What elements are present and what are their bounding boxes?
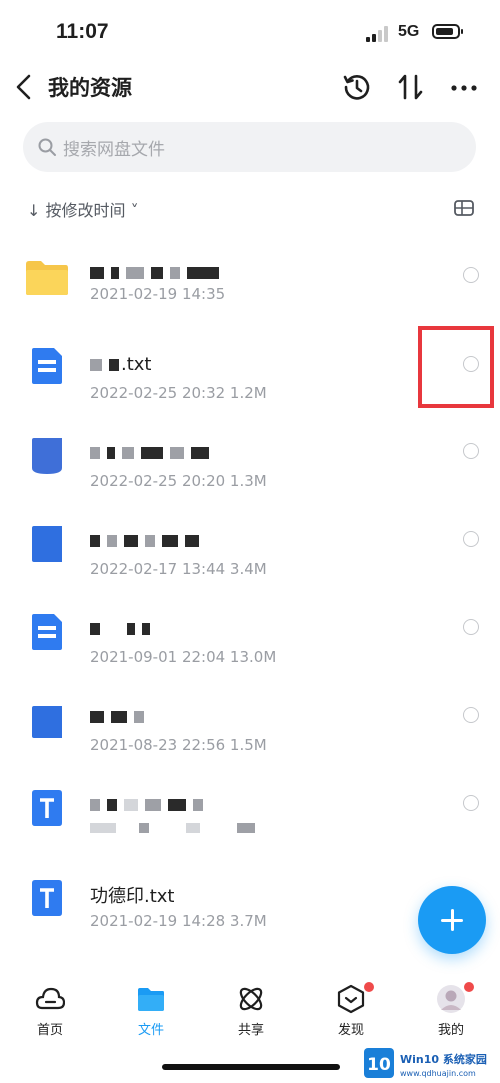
back-icon[interactable]	[12, 73, 38, 101]
select-checkbox[interactable]	[463, 267, 479, 283]
document-icon	[32, 706, 62, 738]
more-icon[interactable]	[450, 72, 480, 102]
tab-home[interactable]: 首页	[10, 984, 90, 1044]
select-checkbox[interactable]	[463, 707, 479, 723]
text-file-icon	[32, 790, 62, 826]
select-checkbox[interactable]	[463, 443, 479, 459]
file-meta	[90, 818, 262, 836]
tab-home-label: 首页	[36, 1023, 63, 1038]
file-name	[90, 706, 151, 727]
svg-text:10: 10	[367, 1055, 391, 1075]
svg-text:www.qdhuajin.com: www.qdhuajin.com	[400, 1069, 476, 1078]
tab-files-label: 文件	[137, 1023, 164, 1038]
tab-discover[interactable]: 发现	[311, 982, 391, 1044]
tab-mine-label: 我的	[437, 1023, 464, 1038]
file-meta: 2022-02-17 13:44 3.4M	[90, 560, 267, 578]
cloud-icon	[35, 987, 65, 1010]
file-row[interactable]: 2022-02-17 13:44 3.4M	[0, 520, 500, 608]
file-name	[90, 530, 206, 551]
notification-dot	[364, 982, 374, 992]
file-name: .txt	[90, 354, 152, 375]
sort-dropdown[interactable]: ↓ 按修改时间 ˅	[27, 197, 139, 221]
network-label: 5G	[398, 23, 420, 40]
tab-share-label: 共享	[237, 1023, 264, 1038]
page-title: 我的资源	[48, 76, 132, 100]
document-icon	[32, 348, 62, 384]
document-icon	[32, 614, 62, 650]
search-icon	[38, 138, 56, 156]
select-checkbox[interactable]	[463, 531, 479, 547]
file-meta: 2021-02-19 14:28 3.7M	[90, 912, 267, 930]
signal-icon	[366, 26, 392, 42]
document-icon	[32, 526, 62, 562]
file-name	[90, 794, 210, 815]
folder-icon	[138, 988, 164, 1011]
file-meta: 2021-08-23 22:56 1.5M	[90, 736, 267, 754]
search-placeholder: 搜索网盘文件	[63, 140, 165, 160]
document-icon	[32, 438, 62, 474]
tab-mine[interactable]: 我的	[411, 982, 491, 1044]
file-meta: 2022-02-25 20:32 1.2M	[90, 384, 267, 402]
battery-icon	[432, 24, 463, 39]
file-name	[90, 442, 216, 463]
discover-icon	[337, 984, 365, 1014]
folder-icon	[26, 261, 68, 295]
file-row[interactable]: 2021-09-01 22:04 13.0M	[0, 608, 500, 696]
tab-discover-label: 发现	[337, 1023, 364, 1038]
share-icon	[239, 987, 263, 1011]
tab-share[interactable]: 共享	[211, 984, 291, 1044]
search-bar[interactable]: 搜索网盘文件	[23, 122, 476, 172]
file-row[interactable]: 2022-02-25 20:20 1.3M	[0, 432, 500, 520]
history-icon[interactable]	[342, 72, 372, 102]
select-checkbox[interactable]	[463, 795, 479, 811]
sort-icon[interactable]	[396, 72, 426, 102]
text-file-icon	[32, 880, 62, 916]
view-mode-icon[interactable]	[453, 198, 475, 218]
file-row[interactable]	[0, 784, 500, 872]
highlight-box	[418, 326, 494, 408]
file-row[interactable]: 2021-08-23 22:56 1.5M	[0, 696, 500, 784]
notification-dot	[464, 982, 474, 992]
svg-text:Win10 系统家园: Win10 系统家园	[400, 1052, 487, 1066]
status-time: 11:07	[56, 20, 109, 43]
avatar	[437, 985, 465, 1013]
site-watermark-logo: 10 Win10 系统家园 www.qdhuajin.com	[364, 1048, 487, 1078]
file-meta: 2022-02-25 20:20 1.3M	[90, 472, 267, 490]
file-meta: 2021-02-19 14:35	[90, 285, 226, 303]
select-checkbox[interactable]	[463, 619, 479, 635]
tab-files[interactable]: 文件	[111, 984, 191, 1044]
home-indicator[interactable]	[162, 1064, 340, 1070]
file-name	[90, 262, 226, 283]
file-name	[90, 618, 157, 639]
file-meta: 2021-09-01 22:04 13.0M	[90, 648, 277, 666]
file-name: 功德印.txt	[90, 886, 175, 907]
add-button[interactable]	[418, 886, 486, 954]
